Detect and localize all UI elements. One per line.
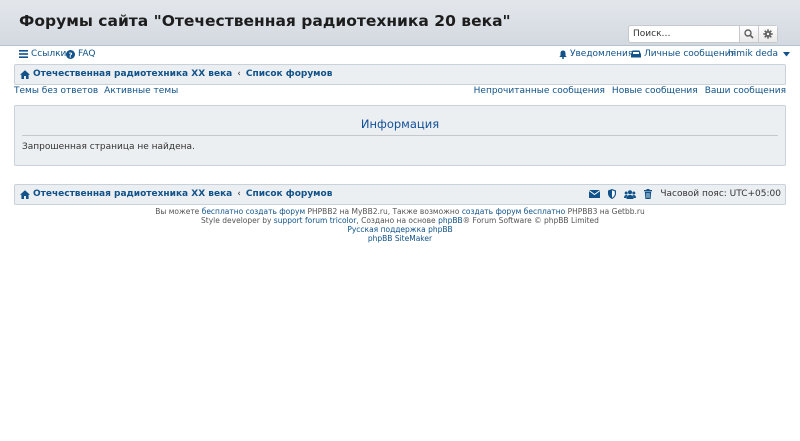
footer-text: PHPBB2 на MyBB2.ru, Также возможно — [305, 207, 462, 216]
divider — [22, 135, 778, 136]
advanced-search-button[interactable] — [758, 26, 777, 42]
search-button[interactable] — [739, 26, 758, 42]
search-box — [628, 25, 778, 43]
svg-text:?: ? — [68, 51, 72, 59]
footer-actions: Часовой пояс: UTC+05:00 — [589, 189, 781, 199]
phpbb-link[interactable]: phpBB — [438, 216, 463, 225]
unread-posts-link[interactable]: Непрочитанные сообщения — [474, 86, 605, 96]
team-icon[interactable] — [624, 189, 637, 199]
create-forum-free-link[interactable]: создать форум бесплатно — [462, 207, 565, 216]
trash-icon[interactable] — [644, 189, 653, 199]
breadcrumb-separator: ‹ — [237, 69, 241, 79]
footer-text: Вы можете — [155, 207, 202, 216]
inbox-icon — [631, 50, 641, 58]
home-icon — [20, 189, 30, 199]
footer-text: ® Forum Software © phpBB Limited — [462, 216, 599, 225]
footer-line-1: Вы можете бесплатно создать форум PHPBB2… — [0, 207, 800, 216]
footer-text: , Создано на основе — [356, 216, 439, 225]
home-icon — [20, 69, 30, 79]
search-input[interactable] — [629, 26, 739, 42]
active-topics-link[interactable]: Активные темы — [104, 86, 178, 96]
pm-label: Личные сообщения — [644, 49, 736, 59]
menu-icon — [19, 50, 28, 58]
info-title: Информация — [360, 117, 440, 131]
breadcrumb-home-link[interactable]: Отечественная радиотехника XX века — [33, 189, 232, 199]
your-posts-link[interactable]: Ваши сообщения — [705, 86, 786, 96]
breadcrumb-home-link[interactable]: Отечественная радиотехника XX века — [33, 69, 232, 79]
footer-line-3: Русская поддержка phpBB — [0, 225, 800, 234]
shield-icon[interactable] — [608, 189, 617, 199]
breadcrumb-separator: ‹ — [237, 189, 241, 199]
bell-icon — [559, 50, 567, 59]
search-icon — [744, 29, 754, 39]
style-support-link[interactable]: support forum tricolor — [274, 216, 357, 225]
site-title: Форумы сайта "Отечественная радиотехника… — [19, 12, 511, 30]
gear-icon — [763, 29, 773, 39]
caret-down-icon — [783, 51, 791, 56]
info-panel: Информация Запрошенная страница не найде… — [14, 105, 786, 166]
faq-label: FAQ — [78, 49, 96, 59]
notifications-link[interactable]: Уведомления — [559, 49, 633, 59]
footer-line-2: Style developer by support forum tricolo… — [0, 216, 800, 225]
footer-text: PHPBB3 на Getbb.ru — [565, 207, 645, 216]
footer-line-4: phpBB SiteMaker — [0, 234, 800, 243]
question-icon: ? — [66, 49, 75, 59]
notifications-label: Уведомления — [570, 49, 634, 59]
info-message: Запрошенная страница не найдена. — [22, 142, 195, 152]
breadcrumb-bar-top: Отечественная радиотехника XX века ‹ Спи… — [14, 64, 786, 85]
quick-links: Темы без ответов Активные темы Непрочита… — [14, 86, 786, 98]
breadcrumb: Отечественная радиотехника XX века ‹ Спи… — [20, 69, 332, 79]
user-menu[interactable]: himik deda — [728, 49, 793, 59]
footer: Вы можете бесплатно создать форум PHPBB2… — [0, 207, 800, 243]
footer-text: Style developer by — [201, 216, 274, 225]
envelope-icon[interactable] — [589, 190, 601, 198]
links-label: Ссылки — [31, 49, 67, 59]
new-posts-link[interactable]: Новые сообщения — [612, 86, 698, 96]
unanswered-topics-link[interactable]: Темы без ответов — [14, 86, 98, 96]
russian-support-link[interactable]: Русская поддержка phpBB — [347, 225, 452, 234]
breadcrumb-bar-bottom: Отечественная радиотехника XX века ‹ Спи… — [14, 184, 786, 205]
nav-bar: Ссылки ? FAQ Уведомления Личные сообщени… — [14, 48, 791, 62]
faq-link[interactable]: ? FAQ — [66, 49, 95, 59]
breadcrumb-forums-link[interactable]: Список форумов — [246, 189, 333, 199]
breadcrumb-bottom: Отечественная радиотехника XX века ‹ Спи… — [20, 189, 332, 199]
sitemaker-link[interactable]: phpBB SiteMaker — [368, 234, 432, 243]
username: himik deda — [728, 49, 779, 59]
site-header: Форумы сайта "Отечественная радиотехника… — [0, 0, 800, 46]
create-forum-link[interactable]: бесплатно создать форум — [202, 207, 305, 216]
timezone-label: Часовой пояс: UTC+05:00 — [660, 189, 781, 199]
links-menu[interactable]: Ссылки — [19, 49, 66, 59]
breadcrumb-forums-link[interactable]: Список форумов — [246, 69, 333, 79]
private-messages-link[interactable]: Личные сообщения — [631, 49, 736, 59]
